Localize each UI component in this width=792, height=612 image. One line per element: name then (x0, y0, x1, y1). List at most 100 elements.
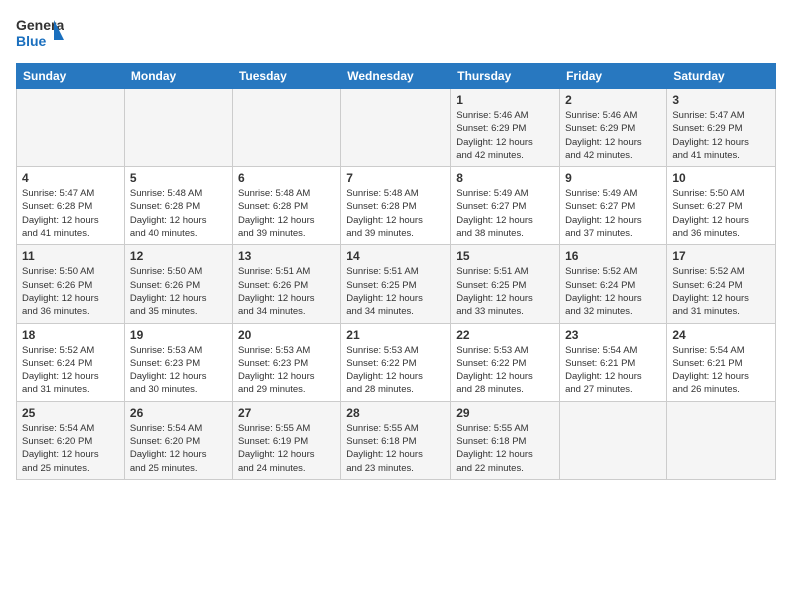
calendar-header-tuesday: Tuesday (232, 64, 340, 89)
calendar-cell: 1Sunrise: 5:46 AMSunset: 6:29 PMDaylight… (451, 89, 560, 167)
calendar-cell: 19 Sunrise: 5:53 AMSunset: 6:23 PMDayligh… (124, 323, 232, 401)
calendar-cell (560, 401, 667, 479)
calendar-cell: 24 Sunrise: 5:54 AMSunset: 6:21 PMDayligh… (667, 323, 776, 401)
calendar-week-3: 11 Sunrise: 5:50 AMSunset: 6:26 PMDayligh… (17, 245, 776, 323)
day-number: 6 (238, 171, 335, 185)
day-number: 19 (130, 328, 227, 342)
calendar-header-sunday: Sunday (17, 64, 125, 89)
calendar-cell: 27 Sunrise: 5:55 AMSunset: 6:19 PMDayligh… (232, 401, 340, 479)
day-number: 17 (672, 249, 770, 263)
day-number: 3 (672, 93, 770, 107)
calendar-cell: 16 Sunrise: 5:52 AMSunset: 6:24 PMDayligh… (560, 245, 667, 323)
calendar-cell: 2 Sunrise: 5:46 AMSunset: 6:29 PMDaylight… (560, 89, 667, 167)
day-number: 23 (565, 328, 661, 342)
calendar-week-1: 1 Sunrise: 5:46 AMSunset: 6:29 PMDaylight… (17, 89, 776, 167)
day-number: 21 (346, 328, 445, 342)
calendar-cell: 10 Sunrise: 5:50 AMSunset: 6:27 PMDayligh… (667, 167, 776, 245)
day-info: Sunrise: 5:53 AMSunset: 6:23 PMDaylight:… (238, 344, 335, 397)
logo-icon: General Blue (16, 12, 64, 57)
calendar-cell: 6 Sunrise: 5:48 AMSunset: 6:28 PMDaylight… (232, 167, 340, 245)
day-info: Sunrise: 5:51 AMSunset: 6:26 PMDaylight:… (238, 265, 335, 318)
day-number: 26 (130, 406, 227, 420)
day-number: 13 (238, 249, 335, 263)
calendar-cell (341, 89, 451, 167)
calendar-header-row: SundayMondayTuesdayWednesdayThursdayFrid… (17, 64, 776, 89)
calendar-cell: 14Sunrise: 5:51 AMSunset: 6:25 PMDayligh… (341, 245, 451, 323)
day-number: 10 (672, 171, 770, 185)
calendar-cell: 8 Sunrise: 5:49 AMSunset: 6:27 PMDaylight… (451, 167, 560, 245)
day-info: Sunrise: 5:53 AMSunset: 6:22 PMDaylight:… (456, 344, 554, 397)
day-number: 24 (672, 328, 770, 342)
calendar-cell: 25 Sunrise: 5:54 AMSunset: 6:20 PMDayligh… (17, 401, 125, 479)
calendar-cell: 26Sunrise: 5:54 AMSunset: 6:20 PMDayligh… (124, 401, 232, 479)
calendar-header-monday: Monday (124, 64, 232, 89)
day-info: Sunrise: 5:51 AMSunset: 6:25 PMDaylight:… (456, 265, 554, 318)
calendar-cell: 20Sunrise: 5:53 AMSunset: 6:23 PMDayligh… (232, 323, 340, 401)
day-info: Sunrise: 5:50 AMSunset: 6:26 PMDaylight:… (130, 265, 227, 318)
day-info: Sunrise: 5:54 AMSunset: 6:21 PMDaylight:… (672, 344, 770, 397)
day-info: Sunrise: 5:49 AMSunset: 6:27 PMDaylight:… (456, 187, 554, 240)
day-number: 27 (238, 406, 335, 420)
calendar-week-2: 4 Sunrise: 5:47 AMSunset: 6:28 PMDaylight… (17, 167, 776, 245)
day-info: Sunrise: 5:53 AMSunset: 6:22 PMDaylight:… (346, 344, 445, 397)
calendar-cell: 21 Sunrise: 5:53 AMSunset: 6:22 PMDayligh… (341, 323, 451, 401)
calendar-cell: 17 Sunrise: 5:52 AMSunset: 6:24 PMDayligh… (667, 245, 776, 323)
calendar-cell: 9 Sunrise: 5:49 AMSunset: 6:27 PMDaylight… (560, 167, 667, 245)
calendar-cell: 18 Sunrise: 5:52 AMSunset: 6:24 PMDayligh… (17, 323, 125, 401)
day-info: Sunrise: 5:52 AMSunset: 6:24 PMDaylight:… (565, 265, 661, 318)
calendar-header-friday: Friday (560, 64, 667, 89)
calendar-cell: 7 Sunrise: 5:48 AMSunset: 6:28 PMDaylight… (341, 167, 451, 245)
day-info: Sunrise: 5:55 AMSunset: 6:19 PMDaylight:… (238, 422, 335, 475)
calendar-cell (17, 89, 125, 167)
day-number: 8 (456, 171, 554, 185)
day-number: 18 (22, 328, 119, 342)
logo: General Blue (16, 12, 64, 57)
day-info: Sunrise: 5:48 AMSunset: 6:28 PMDaylight:… (238, 187, 335, 240)
day-info: Sunrise: 5:52 AMSunset: 6:24 PMDaylight:… (22, 344, 119, 397)
day-number: 9 (565, 171, 661, 185)
day-info: Sunrise: 5:50 AMSunset: 6:27 PMDaylight:… (672, 187, 770, 240)
day-info: Sunrise: 5:47 AMSunset: 6:29 PMDaylight:… (672, 109, 770, 162)
calendar-cell: 12 Sunrise: 5:50 AMSunset: 6:26 PMDayligh… (124, 245, 232, 323)
day-number: 4 (22, 171, 119, 185)
day-info: Sunrise: 5:46 AMSunset: 6:29 PMDaylight:… (565, 109, 661, 162)
day-number: 15 (456, 249, 554, 263)
day-info: Sunrise: 5:50 AMSunset: 6:26 PMDaylight:… (22, 265, 119, 318)
day-info: Sunrise: 5:48 AMSunset: 6:28 PMDaylight:… (346, 187, 445, 240)
calendar-cell: 23Sunrise: 5:54 AMSunset: 6:21 PMDayligh… (560, 323, 667, 401)
calendar-cell: 11 Sunrise: 5:50 AMSunset: 6:26 PMDayligh… (17, 245, 125, 323)
day-info: Sunrise: 5:55 AMSunset: 6:18 PMDaylight:… (456, 422, 554, 475)
svg-text:Blue: Blue (16, 33, 47, 49)
day-info: Sunrise: 5:52 AMSunset: 6:24 PMDaylight:… (672, 265, 770, 318)
calendar-week-5: 25 Sunrise: 5:54 AMSunset: 6:20 PMDayligh… (17, 401, 776, 479)
calendar-header-thursday: Thursday (451, 64, 560, 89)
day-number: 1 (456, 93, 554, 107)
calendar-cell (232, 89, 340, 167)
day-number: 16 (565, 249, 661, 263)
day-number: 2 (565, 93, 661, 107)
calendar-week-4: 18 Sunrise: 5:52 AMSunset: 6:24 PMDayligh… (17, 323, 776, 401)
day-number: 7 (346, 171, 445, 185)
day-info: Sunrise: 5:53 AMSunset: 6:23 PMDaylight:… (130, 344, 227, 397)
day-info: Sunrise: 5:51 AMSunset: 6:25 PMDaylight:… (346, 265, 445, 318)
day-number: 25 (22, 406, 119, 420)
calendar-cell (667, 401, 776, 479)
day-number: 11 (22, 249, 119, 263)
header: General Blue (16, 12, 776, 57)
day-info: Sunrise: 5:54 AMSunset: 6:20 PMDaylight:… (22, 422, 119, 475)
calendar-cell: 22Sunrise: 5:53 AMSunset: 6:22 PMDayligh… (451, 323, 560, 401)
day-number: 29 (456, 406, 554, 420)
calendar-cell (124, 89, 232, 167)
day-number: 12 (130, 249, 227, 263)
calendar-cell: 15 Sunrise: 5:51 AMSunset: 6:25 PMDayligh… (451, 245, 560, 323)
calendar-cell: 29 Sunrise: 5:55 AMSunset: 6:18 PMDayligh… (451, 401, 560, 479)
calendar-cell: 3 Sunrise: 5:47 AMSunset: 6:29 PMDaylight… (667, 89, 776, 167)
calendar-cell: 28Sunrise: 5:55 AMSunset: 6:18 PMDayligh… (341, 401, 451, 479)
day-info: Sunrise: 5:48 AMSunset: 6:28 PMDaylight:… (130, 187, 227, 240)
day-info: Sunrise: 5:47 AMSunset: 6:28 PMDaylight:… (22, 187, 119, 240)
day-number: 28 (346, 406, 445, 420)
day-info: Sunrise: 5:49 AMSunset: 6:27 PMDaylight:… (565, 187, 661, 240)
calendar-cell: 5Sunrise: 5:48 AMSunset: 6:28 PMDaylight… (124, 167, 232, 245)
calendar-body: 1 Sunrise: 5:46 AMSunset: 6:29 PMDaylight… (17, 89, 776, 480)
calendar-cell: 4 Sunrise: 5:47 AMSunset: 6:28 PMDaylight… (17, 167, 125, 245)
